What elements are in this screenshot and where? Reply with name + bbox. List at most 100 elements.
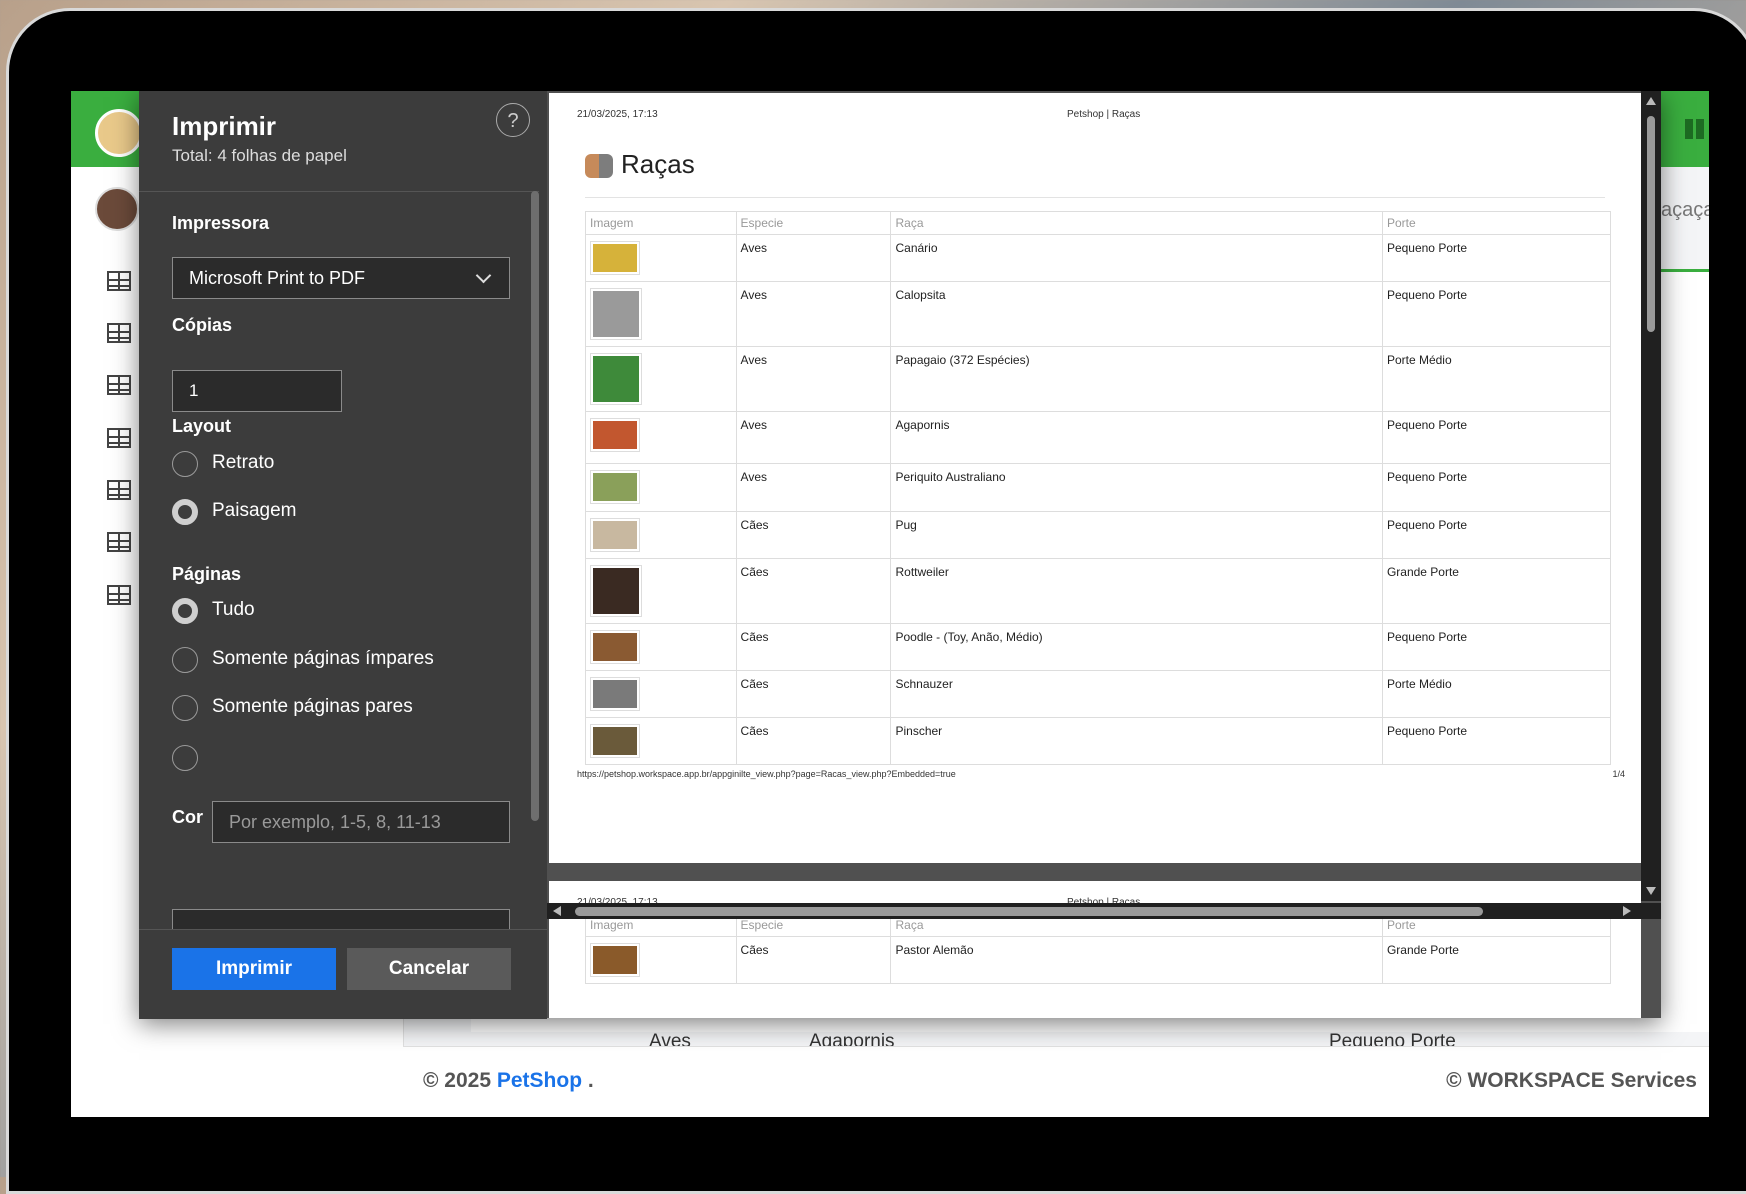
- scroll-up-icon[interactable]: [1646, 97, 1656, 105]
- radio-button[interactable]: [172, 647, 198, 673]
- cell-image: [585, 281, 737, 347]
- footer-brand-link[interactable]: PetShop: [497, 1069, 582, 1092]
- color-label: Cor: [172, 807, 203, 827]
- cancel-button[interactable]: Cancelar: [347, 948, 511, 990]
- table-icon[interactable]: [107, 428, 131, 448]
- breed-thumbnail: [590, 470, 640, 504]
- page-heading-text: Raças: [621, 149, 695, 179]
- pets-icon: [585, 154, 613, 179]
- table-row: Aves Periquito Australiano Pequeno Porte: [585, 463, 1612, 512]
- grid-menu-icon[interactable]: [1685, 119, 1705, 139]
- copies-label: Cópias: [172, 315, 233, 335]
- cell-especie: Cães: [735, 623, 892, 671]
- avatar[interactable]: [95, 187, 139, 231]
- cell-especie: Aves: [735, 281, 892, 347]
- cell-especie: Aves: [735, 411, 892, 464]
- radio-button[interactable]: [172, 695, 198, 721]
- cell-image: [585, 234, 737, 282]
- table-row: Aves Calopsita Pequeno Porte: [585, 281, 1612, 347]
- dialog-title: Imprimir: [172, 111, 277, 141]
- preview-vertical-scrollbar[interactable]: [1641, 91, 1661, 901]
- cell-porte: Grande Porte: [1381, 936, 1612, 984]
- cell-raca: Rottweiler: [890, 558, 1383, 624]
- cell-raca: Calopsita: [890, 281, 1383, 347]
- cell-porte: Porte Médio: [1381, 346, 1612, 412]
- print-dialog: Imprimir Total: 4 folhas de papel ? Impr…: [139, 91, 1661, 1019]
- table-row: Cães Pinscher Pequeno Porte: [585, 717, 1612, 765]
- copies-input[interactable]: 1: [172, 370, 342, 412]
- breed-thumbnail: [590, 518, 640, 552]
- breeds-table: Imagem Especie Raça Porte Aves Canário Pequen…: [585, 211, 1612, 765]
- table-row: Cães Pastor Alemão Grande Porte: [585, 936, 1612, 984]
- breeds-table-continued: Imagem Especie Raça Porte Cães Pastor Alemão…: [585, 913, 1612, 984]
- radio-button[interactable]: [172, 451, 198, 477]
- cell-raca: Schnauzer: [890, 670, 1383, 718]
- footer-copyright: © 2025 PetShop .: [423, 1069, 594, 1093]
- radio-label: Paisagem: [212, 500, 297, 521]
- breed-thumbnail: [590, 241, 640, 275]
- settings-scrollbar[interactable]: [531, 191, 539, 821]
- app-logo-icon: [95, 109, 143, 157]
- column-header: Raça: [890, 211, 1383, 235]
- radio-label: Somente páginas pares: [212, 696, 413, 717]
- breadcrumb-fragment: açaças: [1661, 199, 1709, 221]
- breed-thumbnail: [590, 288, 642, 340]
- cell-especie: Cães: [735, 936, 892, 984]
- table-icon[interactable]: [107, 375, 131, 395]
- cell-image: [585, 511, 737, 559]
- table-icon[interactable]: [107, 585, 131, 605]
- cell-porte: Pequeno Porte: [1381, 281, 1612, 347]
- table-row: Aves Papagaio (372 Espécies) Porte Médio: [585, 346, 1612, 412]
- color-select[interactable]: [172, 909, 510, 929]
- cell-especie: Cães: [735, 717, 892, 765]
- table-row: Cães Rottweiler Grande Porte: [585, 558, 1612, 624]
- scroll-down-icon[interactable]: [1646, 887, 1656, 895]
- cell-raca: Pastor Alemão: [890, 936, 1383, 984]
- cell-porte: Porte Médio: [1381, 670, 1612, 718]
- cell-especie: Aves: [735, 234, 892, 282]
- preview-horizontal-scrollbar[interactable]: [547, 903, 1661, 919]
- cell-porte: Grande Porte: [1381, 558, 1612, 624]
- radio-button-selected[interactable]: [172, 598, 198, 624]
- scrollbar-thumb[interactable]: [1647, 116, 1655, 332]
- footer-suffix: .: [587, 1069, 594, 1092]
- cell-raca: Pug: [890, 511, 1383, 559]
- radio-label: Tudo: [212, 599, 255, 620]
- table-icon[interactable]: [107, 532, 131, 552]
- cell-porte: Pequeno Porte: [1381, 234, 1612, 282]
- table-icon[interactable]: [107, 323, 131, 343]
- preview-page-2: 21/03/2025, 17:13 Petshop | Raças Imagem…: [549, 881, 1641, 1018]
- breed-thumbnail: [590, 724, 640, 758]
- page-footer-url: https://petshop.workspace.app.br/appgini…: [577, 769, 956, 779]
- cell-raca: Pinscher: [890, 717, 1383, 765]
- page-range-input[interactable]: Por exemplo, 1-5, 8, 11-13: [212, 801, 510, 843]
- scroll-right-icon[interactable]: [1623, 906, 1631, 916]
- table-row: Aves Agapornis Pequeno Porte: [585, 411, 1612, 464]
- print-button[interactable]: Imprimir: [172, 948, 336, 990]
- footer-copyright-prefix: © 2025: [423, 1069, 492, 1092]
- divider: [139, 191, 539, 192]
- cell-porte: Pequeno Porte: [1381, 511, 1612, 559]
- dialog-button-bar: Imprimir Cancelar: [139, 929, 547, 1019]
- radio-button[interactable]: [172, 745, 198, 771]
- breed-thumbnail: [590, 630, 640, 664]
- print-preview: 21/03/2025, 17:13 Petshop | Raças Raças …: [547, 91, 1661, 1018]
- app-footer: © 2025 PetShop . © WORKSPACE Services: [403, 1046, 1709, 1117]
- cell-especie: Cães: [735, 511, 892, 559]
- divider: [585, 197, 1605, 198]
- table-icon[interactable]: [107, 480, 131, 500]
- table-icon[interactable]: [107, 271, 131, 291]
- help-icon[interactable]: ?: [496, 103, 530, 137]
- cell-raca: Canário: [890, 234, 1383, 282]
- layout-label: Layout: [172, 416, 232, 436]
- cell-image: [585, 558, 737, 624]
- scroll-left-icon[interactable]: [553, 906, 561, 916]
- column-header: Especie: [735, 211, 892, 235]
- radio-button-selected[interactable]: [172, 499, 198, 525]
- cell-porte: Pequeno Porte: [1381, 463, 1612, 512]
- scrollbar-thumb[interactable]: [575, 907, 1483, 916]
- printer-label: Impressora: [172, 213, 270, 233]
- printer-select[interactable]: Microsoft Print to PDF: [172, 257, 510, 299]
- page-footer-number: 1/4: [1612, 769, 1625, 779]
- cell-image: [585, 717, 737, 765]
